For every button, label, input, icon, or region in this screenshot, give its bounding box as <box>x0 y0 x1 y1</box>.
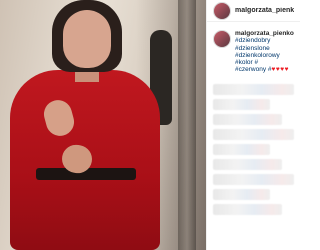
list-item <box>213 188 270 200</box>
caption-author[interactable]: malgorzata_pienkowska <box>235 30 294 37</box>
list-item <box>213 158 282 170</box>
caption-text: malgorzata_pienkowska #dziendobry #dzien… <box>235 30 294 74</box>
list-item <box>213 98 270 110</box>
caption-block: malgorzata_pienkowska #dziendobry #dzien… <box>207 22 300 74</box>
post-side-panel: malgorzata_pienkowsk malgorzata_pienkows… <box>206 0 300 250</box>
avatar-icon[interactable] <box>213 1 231 20</box>
photo-curtain <box>178 0 196 250</box>
heart-emojis: ♥♥♥♥ <box>271 66 289 74</box>
list-item <box>213 143 270 155</box>
photo-face <box>63 10 111 68</box>
comments-list-blurred <box>207 74 300 215</box>
list-item <box>213 203 282 215</box>
list-item <box>213 83 294 95</box>
list-item <box>213 113 282 125</box>
avatar-icon[interactable] <box>213 30 231 48</box>
caption-hashtags[interactable]: #dziendobry #dzienslone <box>235 37 294 52</box>
post-username[interactable]: malgorzata_pienkowsk <box>235 7 294 14</box>
caption-hashtags[interactable]: #dzienkolorowy #kolor # <box>235 52 294 67</box>
caption-hashtags[interactable]: #czerwony # <box>235 66 272 73</box>
list-item <box>213 128 294 140</box>
post-photo[interactable] <box>0 0 206 250</box>
post-header: malgorzata_pienkowsk <box>207 0 300 22</box>
list-item <box>213 173 294 185</box>
